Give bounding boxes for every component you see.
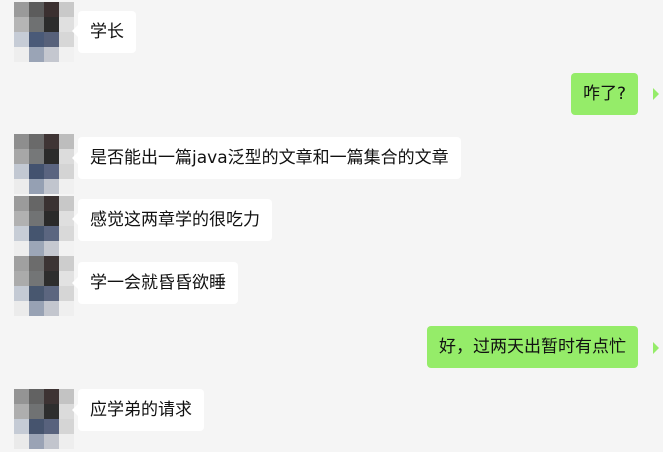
message-row: 是否能出一篇java泛型的文章和一篇集合的文章	[0, 128, 663, 194]
bubble-tail	[653, 88, 659, 100]
contact-avatar-icon[interactable]	[14, 134, 74, 194]
chat-thread: 学长 咋了? 是否能出一篇java泛型的文章和一篇集合的文章 感觉这两章学的很吃…	[0, 0, 663, 452]
bubble-tail	[653, 342, 659, 354]
outgoing-message-bubble[interactable]: 咋了?	[571, 73, 639, 115]
message-row: 学长	[0, 0, 663, 64]
outgoing-message-bubble[interactable]: 好，过两天出暂时有点忙	[427, 326, 638, 368]
incoming-message-bubble[interactable]: 是否能出一篇java泛型的文章和一篇集合的文章	[78, 137, 461, 179]
message-row: 好，过两天出暂时有点忙	[0, 318, 663, 380]
incoming-message-bubble[interactable]: 学长	[78, 11, 136, 53]
contact-avatar-icon[interactable]	[14, 196, 74, 256]
incoming-message-bubble[interactable]: 学一会就昏昏欲睡	[78, 262, 238, 304]
contact-avatar-icon[interactable]	[14, 389, 74, 449]
message-row: 应学弟的请求	[0, 380, 663, 452]
message-row: 咋了?	[0, 64, 663, 124]
incoming-message-bubble[interactable]: 感觉这两章学的很吃力	[78, 199, 272, 241]
incoming-message-bubble[interactable]: 应学弟的请求	[78, 389, 204, 431]
contact-avatar-icon[interactable]	[14, 256, 74, 316]
message-row: 学一会就昏昏欲睡	[0, 250, 663, 318]
message-row: 感觉这两章学的很吃力	[0, 190, 663, 256]
contact-avatar-icon[interactable]	[14, 2, 74, 62]
